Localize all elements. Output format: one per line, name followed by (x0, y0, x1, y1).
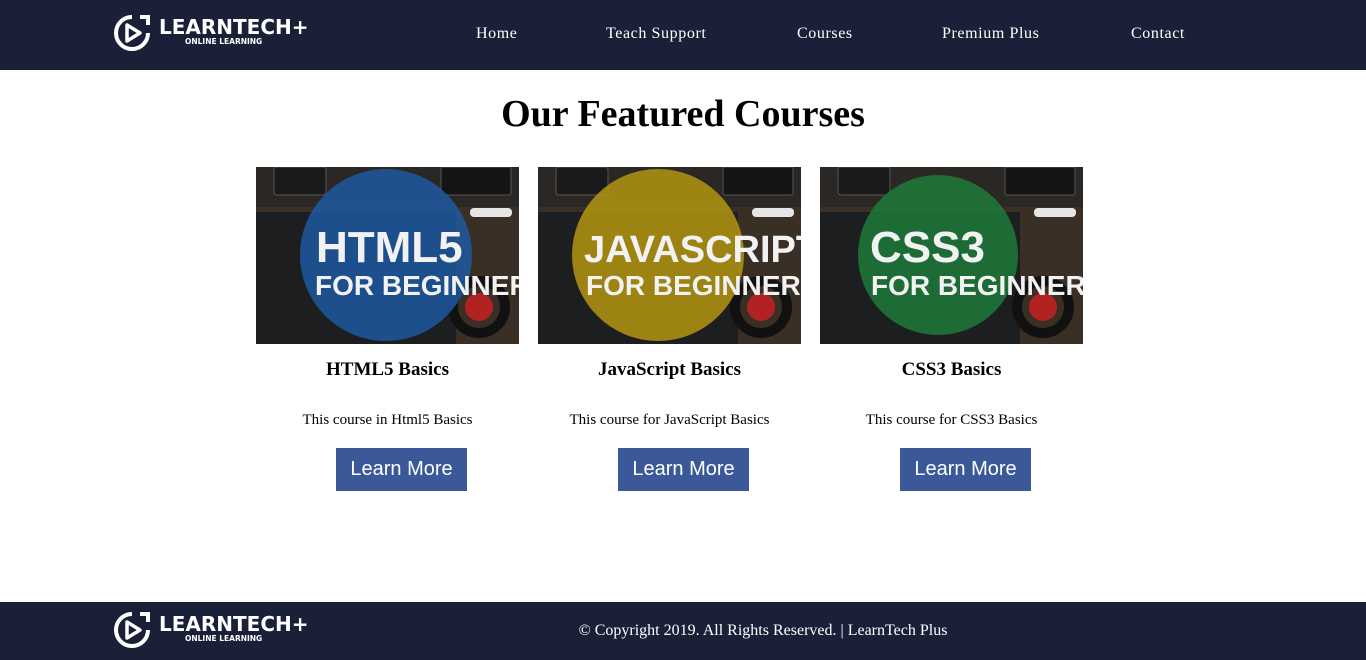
thumbnail-subtitle: FOR BEGINNERS (586, 270, 801, 301)
course-card: JAVASCRIPT FOR BEGINNERS JavaScript Basi… (538, 167, 801, 491)
course-description: This course in Html5 Basics (302, 412, 473, 428)
nav-item-home[interactable]: Home (476, 25, 518, 43)
page-title: Our Featured Courses (501, 93, 865, 135)
learn-more-button[interactable]: Learn More (618, 448, 749, 491)
copyright-text: © Copyright 2019. All Rights Reserved. |… (578, 622, 948, 639)
site-footer: LEARNTECH+ ONLINE LEARNING © Copyright 2… (0, 602, 1366, 660)
course-title[interactable]: CSS3 Basics (820, 359, 1083, 381)
course-thumbnail[interactable]: CSS3 FOR BEGINNERS (820, 167, 1083, 344)
nav-item-teach-support[interactable]: Teach Support (606, 25, 706, 43)
course-title[interactable]: JavaScript Basics (538, 359, 801, 381)
course-title[interactable]: HTML5 Basics (256, 359, 519, 381)
learn-more-button[interactable]: Learn More (336, 448, 467, 491)
nav-item-premium-plus[interactable]: Premium Plus (942, 25, 1039, 43)
learn-more-button[interactable]: Learn More (900, 448, 1031, 491)
page: LEARNTECH+ ONLINE LEARNING Home Teach Su… (0, 0, 1366, 660)
thumbnail-title: CSS3 (870, 223, 985, 272)
course-thumbnail[interactable]: JAVASCRIPT FOR BEGINNERS (538, 167, 801, 344)
site-header: LEARNTECH+ ONLINE LEARNING Home Teach Su… (0, 0, 1366, 70)
thumbnail-title: HTML5 (316, 223, 463, 272)
course-card: HTML5 FOR BEGINNERS HTML5 Basics This co… (256, 167, 519, 491)
course-thumbnail[interactable]: HTML5 FOR BEGINNERS (256, 167, 519, 344)
thumbnail-subtitle: FOR BEGINNERS (871, 270, 1083, 301)
main-nav: Home Teach Support Courses Premium Plus … (0, 0, 1366, 70)
thumbnail-subtitle: FOR BEGINNERS (315, 270, 519, 301)
course-description: This course for JavaScript Basics (569, 412, 770, 428)
thumbnail-title: JAVASCRIPT (584, 229, 801, 271)
nav-item-courses[interactable]: Courses (797, 25, 853, 43)
course-description: This course for CSS3 Basics (865, 412, 1038, 428)
course-card: CSS3 FOR BEGINNERS CSS3 Basics This cour… (820, 167, 1083, 491)
nav-item-contact[interactable]: Contact (1131, 25, 1185, 43)
